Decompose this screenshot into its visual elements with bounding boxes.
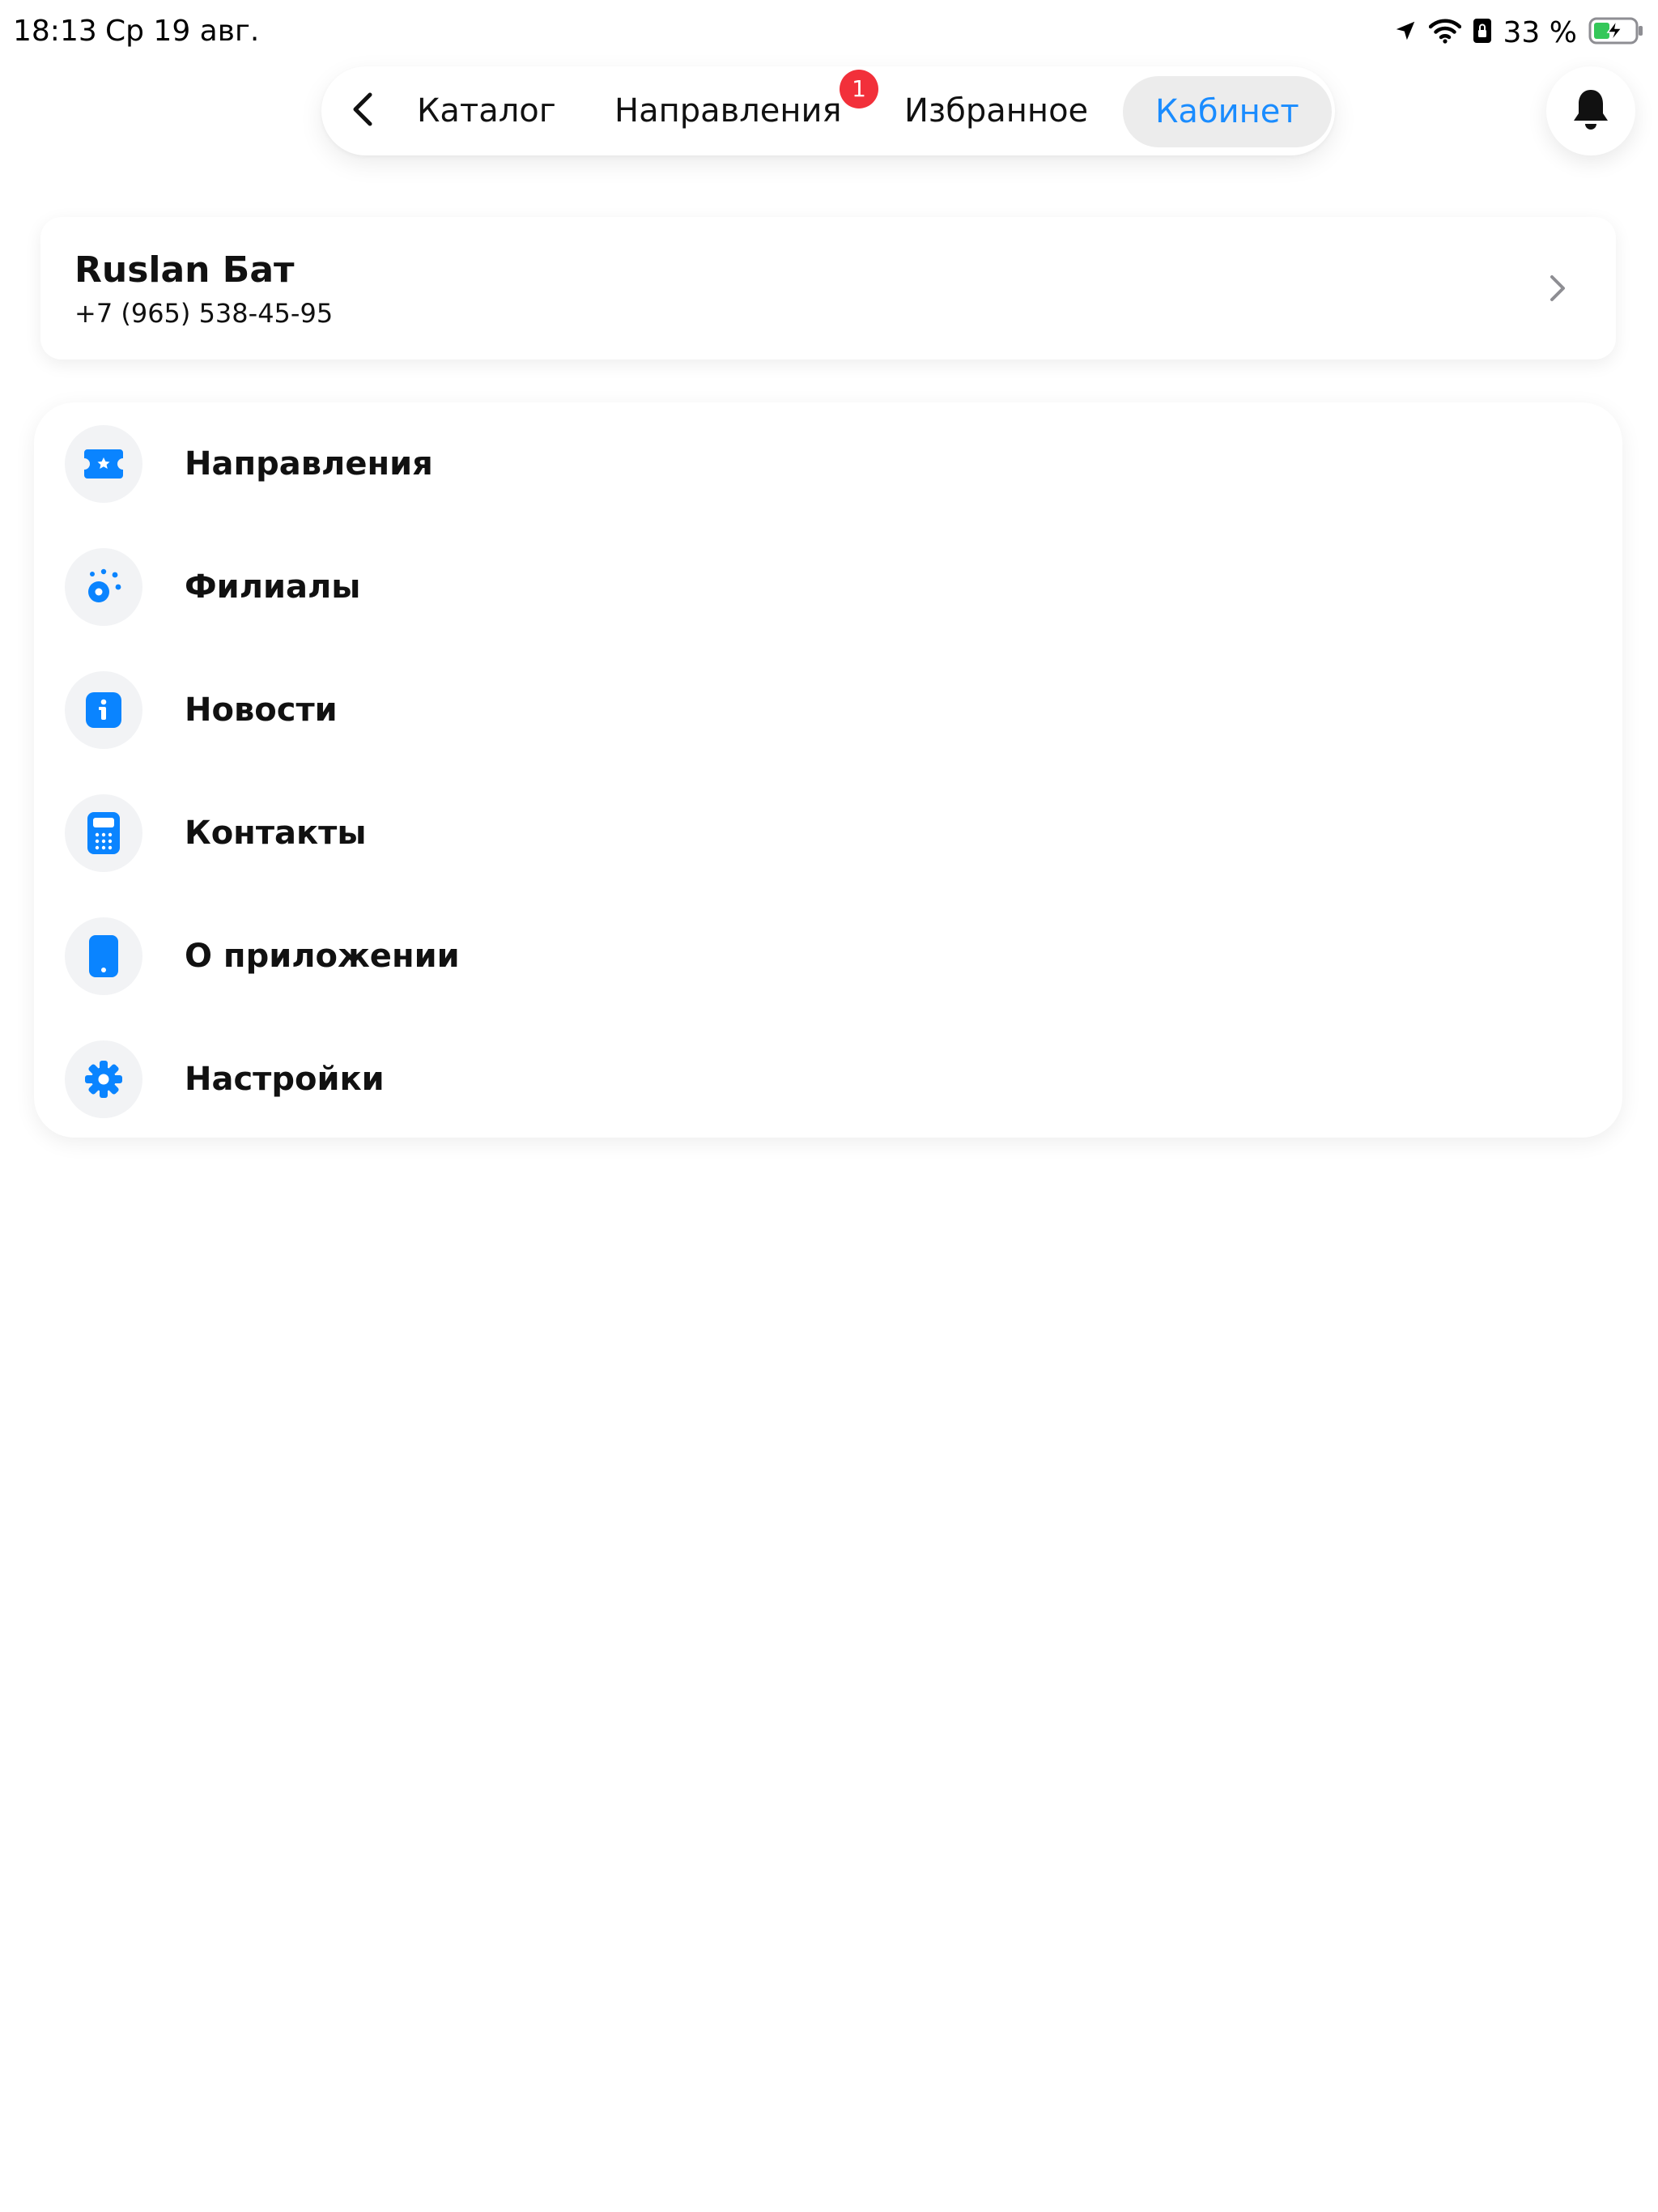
status-time: 18:13 — [13, 15, 97, 48]
menu-item-about[interactable]: О приложении — [34, 895, 1622, 1018]
back-button[interactable] — [339, 87, 388, 135]
status-date: Ср 19 авг. — [105, 15, 260, 48]
tab-catalog[interactable]: Каталог — [417, 66, 556, 155]
menu-card: Направления Филиалы Новости Контакты О п… — [34, 402, 1622, 1138]
battery-percent: 33 % — [1503, 15, 1577, 49]
menu-item-label: Настройки — [185, 1061, 385, 1098]
notifications-button[interactable] — [1546, 66, 1635, 155]
tab-cabinet[interactable]: Кабинет — [1123, 76, 1332, 147]
status-bar: 18:13 Ср 19 авг. 33 % — [0, 0, 1658, 65]
branches-icon — [65, 548, 142, 626]
location-arrow-icon — [1393, 19, 1418, 46]
smartphone-icon — [65, 917, 142, 995]
battery-charging-icon — [1588, 17, 1645, 48]
status-right-group: 33 % — [1393, 13, 1645, 52]
ticket-icon — [65, 425, 142, 503]
profile-name: Ruslan Бат — [74, 249, 295, 291]
tab-directions[interactable]: Направления — [614, 66, 842, 155]
menu-item-directions[interactable]: Направления — [34, 402, 1622, 525]
portrait-lock-icon — [1473, 18, 1492, 47]
chevron-left-icon — [349, 91, 378, 130]
phone-keypad-icon — [65, 794, 142, 872]
tab-favorites[interactable]: Избранное — [904, 66, 1088, 155]
menu-item-news[interactable]: Новости — [34, 649, 1622, 772]
gear-icon — [65, 1040, 142, 1118]
top-navigation: Каталог Направления 1 Избранное Кабинет — [321, 66, 1335, 155]
menu-item-label: О приложении — [185, 938, 460, 975]
wifi-icon — [1428, 18, 1461, 47]
profile-card[interactable]: Ruslan Бат +7 (965) 538-45-95 — [40, 217, 1616, 359]
profile-phone: +7 (965) 538-45-95 — [74, 298, 334, 329]
menu-item-contacts[interactable]: Контакты — [34, 772, 1622, 895]
menu-item-branches[interactable]: Филиалы — [34, 525, 1622, 649]
menu-item-label: Контакты — [185, 815, 367, 852]
menu-item-settings[interactable]: Настройки — [34, 1018, 1622, 1141]
menu-item-label: Новости — [185, 691, 338, 729]
bell-icon — [1571, 87, 1611, 135]
menu-item-label: Филиалы — [185, 568, 361, 606]
directions-badge: 1 — [840, 70, 878, 108]
menu-item-label: Направления — [185, 445, 433, 483]
chevron-right-icon — [1532, 262, 1584, 314]
info-icon — [65, 671, 142, 749]
